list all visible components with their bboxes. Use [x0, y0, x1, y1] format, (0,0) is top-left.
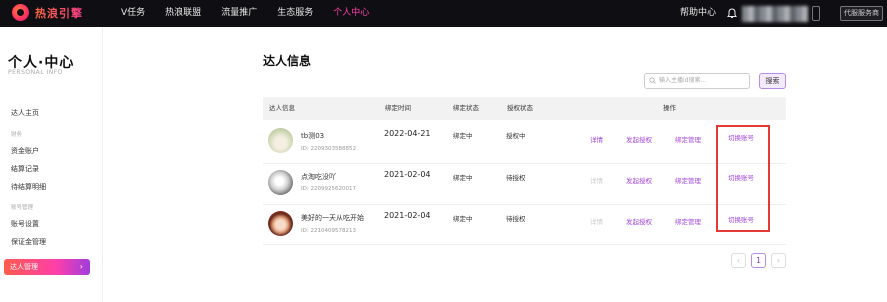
bind-status: 绑定中 — [453, 132, 473, 140]
page-title: 达人信息 — [263, 54, 312, 68]
sidebar-group-finance: 财务 — [11, 132, 23, 138]
detail-link[interactable]: 详情 — [590, 175, 603, 185]
search-input[interactable]: 输入主播id搜索... — [644, 73, 750, 89]
talent-id: ID: 2209303588852 — [301, 146, 356, 152]
bind-status: 绑定中 — [453, 174, 473, 182]
search-button[interactable]: 搜索 — [759, 73, 786, 89]
sidebar-item-deposit[interactable]: 保证金管理 — [11, 237, 46, 247]
main-nav: V任务 热浪联盟 流量推广 生态服务 个人中心 — [121, 0, 389, 27]
bind-time: 2021-02-04 — [384, 211, 431, 220]
auth-status: 待授权 — [506, 174, 526, 182]
blurred-user-info — [742, 6, 808, 22]
sidebar-group-account: 账号管理 — [11, 205, 34, 211]
row-divider — [263, 244, 786, 245]
header-button[interactable] — [812, 6, 820, 21]
bell-icon[interactable] — [727, 8, 737, 19]
detail-link[interactable]: 详情 — [590, 134, 603, 144]
sidebar-item-pending[interactable]: 待结算明细 — [11, 182, 46, 192]
sidebar-item-talent-management[interactable]: 达人管理 › — [4, 259, 90, 275]
provider-button[interactable]: 代服服务商 — [840, 6, 883, 21]
chevron-right-icon: › — [79, 262, 83, 271]
row-divider — [263, 204, 786, 205]
highlight-box — [716, 125, 770, 232]
start-authorization-link[interactable]: 发起授权 — [626, 175, 652, 185]
sidebar-subtitle: PERSONAL INFO — [8, 69, 63, 76]
avatar — [268, 128, 293, 153]
avatar — [268, 170, 293, 195]
talent-name: tb测03 — [301, 132, 325, 140]
sidebar-item-label: 达人管理 — [10, 263, 38, 271]
sidebar-item-account-settings[interactable]: 账号设置 — [11, 219, 39, 229]
nav-item-personal-center[interactable]: 个人中心 — [333, 0, 369, 27]
talent-id: ID: 2209925620017 — [301, 186, 356, 192]
detail-link[interactable]: 详情 — [590, 216, 603, 226]
start-authorization-link[interactable]: 发起授权 — [626, 216, 652, 226]
avatar — [268, 211, 293, 236]
column-header-bind-time: 绑定时间 — [385, 104, 411, 112]
start-authorization-link[interactable]: 发起授权 — [626, 134, 652, 144]
help-center-link[interactable]: 帮助中心 — [680, 0, 716, 27]
talent-name: 点淘吃没吖 — [301, 173, 336, 181]
bind-status: 绑定中 — [453, 215, 473, 223]
column-header-talent: 达人信息 — [269, 104, 295, 112]
nav-item-tasks[interactable]: V任务 — [121, 0, 145, 27]
bind-time: 2021-02-04 — [384, 170, 431, 179]
binding-management-link[interactable]: 绑定管理 — [675, 134, 701, 144]
nav-item-alliance[interactable]: 热浪联盟 — [165, 0, 201, 27]
prev-page-button[interactable]: ‹ — [731, 253, 746, 268]
nav-item-services[interactable]: 生态服务 — [277, 0, 313, 27]
sidebar-item-funds[interactable]: 资金账户 — [11, 146, 39, 156]
auth-status: 授权中 — [506, 132, 526, 140]
page-number-button[interactable]: 1 — [751, 253, 766, 268]
column-header-auth-status: 授权状态 — [507, 104, 533, 112]
column-header-actions: 操作 — [663, 104, 676, 112]
talent-id: ID: 2210409578213 — [301, 228, 356, 234]
logo[interactable]: 热浪引擎 — [12, 4, 83, 21]
auth-status: 待授权 — [506, 215, 526, 223]
logo-icon — [12, 4, 29, 21]
binding-management-link[interactable]: 绑定管理 — [675, 175, 701, 185]
nav-item-promotion[interactable]: 流量推广 — [221, 0, 257, 27]
row-divider — [263, 163, 786, 164]
sidebar-item-settlements[interactable]: 结算记录 — [11, 164, 39, 174]
column-header-bind-status: 绑定状态 — [453, 104, 479, 112]
bind-time: 2022-04-21 — [384, 129, 431, 138]
sidebar: 个人·中心 PERSONAL INFO 达人主页 财务 资金账户 结算记录 待结… — [0, 27, 103, 302]
logo-text: 热浪引擎 — [35, 6, 83, 20]
binding-management-link[interactable]: 绑定管理 — [675, 216, 701, 226]
talent-name: 美好的一天从吃开始 — [301, 214, 364, 222]
next-page-button[interactable]: › — [771, 253, 786, 268]
sidebar-item-home[interactable]: 达人主页 — [11, 108, 39, 118]
top-navbar: 热浪引擎 V任务 热浪联盟 流量推广 生态服务 个人中心 帮助中心 代服服务商 — [0, 0, 887, 27]
